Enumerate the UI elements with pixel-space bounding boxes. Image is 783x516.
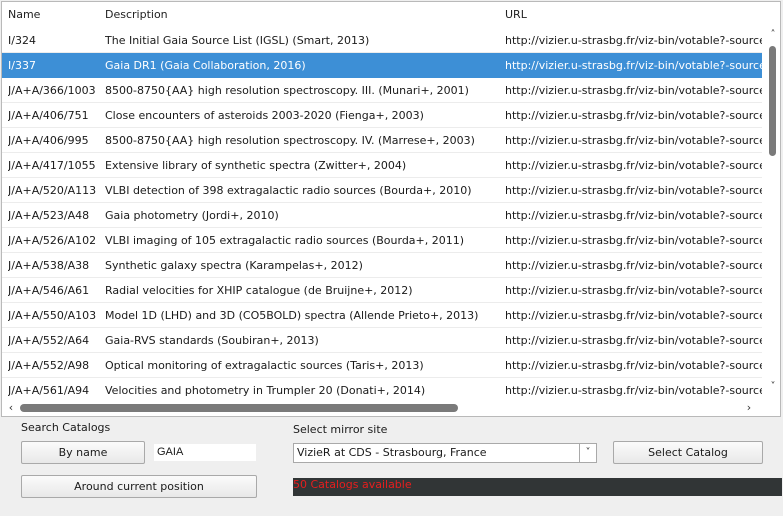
column-header-url[interactable]: URL bbox=[505, 2, 527, 27]
catalog-url-cell: http://vizier.u-strasbg.fr/viz-bin/votab… bbox=[505, 59, 762, 72]
catalog-name-cell: J/A+A/523/A48 bbox=[8, 209, 90, 222]
table-row[interactable]: J/A+A/550/A103 Model 1D (LHD) and 3D (CO5… bbox=[2, 303, 762, 328]
catalog-name-input[interactable] bbox=[154, 444, 256, 461]
table-row[interactable]: J/A+A/366/1003 8500-8750{AA} high resolut… bbox=[2, 78, 762, 103]
table-row[interactable]: I/337 Gaia DR1 (Gaia Collaboration, 2016)… bbox=[2, 53, 762, 78]
catalog-name-cell: I/324 bbox=[8, 34, 36, 47]
catalog-name-cell: J/A+A/520/A113 bbox=[8, 184, 97, 197]
catalog-url-cell: http://vizier.u-strasbg.fr/viz-bin/votab… bbox=[505, 259, 762, 272]
chevron-down-icon[interactable]: ˅ bbox=[768, 382, 778, 392]
around-current-position-button[interactable]: Around current position bbox=[21, 475, 257, 498]
catalog-name-cell: J/A+A/538/A38 bbox=[8, 259, 90, 272]
catalog-url-cell: http://vizier.u-strasbg.fr/viz-bin/votab… bbox=[505, 134, 762, 147]
catalog-url-cell: http://vizier.u-strasbg.fr/viz-bin/votab… bbox=[505, 109, 762, 122]
catalog-name-cell: J/A+A/552/A98 bbox=[8, 359, 90, 372]
catalog-url-cell: http://vizier.u-strasbg.fr/viz-bin/votab… bbox=[505, 184, 762, 197]
catalog-name-cell: J/A+A/550/A103 bbox=[8, 309, 97, 322]
table-row[interactable]: J/A+A/552/A98 Optical monitoring of extra… bbox=[2, 353, 762, 378]
catalog-name-cell: J/A+A/366/1003 bbox=[8, 84, 96, 97]
catalog-description-cell: 8500-8750{AA} high resolution spectrosco… bbox=[105, 84, 469, 97]
catalog-description-cell: Extensive library of synthetic spectra (… bbox=[105, 159, 407, 172]
catalog-url-cell: http://vizier.u-strasbg.fr/viz-bin/votab… bbox=[505, 234, 762, 247]
catalog-url-cell: http://vizier.u-strasbg.fr/viz-bin/votab… bbox=[505, 309, 762, 322]
table-row[interactable]: J/A+A/406/995 8500-8750{AA} high resoluti… bbox=[2, 128, 762, 153]
chevron-right-icon[interactable]: › bbox=[744, 402, 754, 413]
catalog-name-cell: J/A+A/417/1055 bbox=[8, 159, 96, 172]
catalog-description-cell: Gaia DR1 (Gaia Collaboration, 2016) bbox=[105, 59, 306, 72]
catalog-description-cell: Velocities and photometry in Trumpler 20… bbox=[105, 384, 426, 397]
table-row[interactable]: J/A+A/552/A64 Gaia-RVS standards (Soubira… bbox=[2, 328, 762, 353]
table-header: Name Description URL bbox=[2, 2, 762, 27]
vertical-scroll-thumb[interactable] bbox=[769, 46, 776, 156]
table-body: I/324 The Initial Gaia Source List (IGSL)… bbox=[2, 28, 762, 402]
catalog-description-cell: VLBI imaging of 105 extragalactic radio … bbox=[105, 234, 465, 247]
catalog-description-cell: VLBI detection of 398 extragalactic radi… bbox=[105, 184, 472, 197]
catalog-name-cell: J/A+A/526/A102 bbox=[8, 234, 97, 247]
table-row[interactable]: I/324 The Initial Gaia Source List (IGSL)… bbox=[2, 28, 762, 53]
chevron-left-icon[interactable]: ‹ bbox=[6, 402, 16, 413]
table-row[interactable]: J/A+A/526/A102 VLBI imaging of 105 extrag… bbox=[2, 228, 762, 253]
catalog-url-cell: http://vizier.u-strasbg.fr/viz-bin/votab… bbox=[505, 34, 762, 47]
by-name-button[interactable]: By name bbox=[21, 441, 145, 464]
select-catalog-button[interactable]: Select Catalog bbox=[613, 441, 763, 464]
chevron-down-icon[interactable]: ˅ bbox=[579, 444, 596, 462]
chevron-up-icon[interactable]: ˄ bbox=[768, 30, 778, 40]
table-row[interactable]: J/A+A/538/A38 Synthetic galaxy spectra (K… bbox=[2, 253, 762, 278]
status-bar: 50 Catalogs available bbox=[293, 478, 782, 496]
table-row[interactable]: J/A+A/417/1055 Extensive library of synth… bbox=[2, 153, 762, 178]
table-row[interactable]: J/A+A/520/A113 VLBI detection of 398 extr… bbox=[2, 178, 762, 203]
catalog-description-cell: The Initial Gaia Source List (IGSL) (Sma… bbox=[105, 34, 370, 47]
catalog-description-cell: 8500-8750{AA} high resolution spectrosco… bbox=[105, 134, 475, 147]
column-header-description[interactable]: Description bbox=[105, 2, 168, 27]
horizontal-scrollbar[interactable]: ‹ › bbox=[2, 400, 764, 416]
mirror-site-label: Select mirror site bbox=[293, 423, 388, 436]
column-header-name[interactable]: Name bbox=[8, 2, 40, 27]
vertical-scrollbar[interactable]: ˄ ˅ bbox=[766, 28, 780, 396]
catalog-name-cell: J/A+A/546/A61 bbox=[8, 284, 90, 297]
table-row[interactable]: J/A+A/523/A48 Gaia photometry (Jordi+, 20… bbox=[2, 203, 762, 228]
catalog-description-cell: Gaia-RVS standards (Soubiran+, 2013) bbox=[105, 334, 319, 347]
catalog-name-cell: J/A+A/552/A64 bbox=[8, 334, 90, 347]
catalog-name-cell: J/A+A/406/751 bbox=[8, 109, 89, 122]
catalog-url-cell: http://vizier.u-strasbg.fr/viz-bin/votab… bbox=[505, 159, 762, 172]
catalog-description-cell: Optical monitoring of extragalactic sour… bbox=[105, 359, 424, 372]
catalog-description-cell: Model 1D (LHD) and 3D (CO5BOLD) spectra … bbox=[105, 309, 479, 322]
mirror-site-select[interactable]: VizieR at CDS - Strasbourg, France ˅ bbox=[293, 443, 597, 463]
catalog-url-cell: http://vizier.u-strasbg.fr/viz-bin/votab… bbox=[505, 334, 762, 347]
catalog-description-cell: Gaia photometry (Jordi+, 2010) bbox=[105, 209, 279, 222]
catalog-description-cell: Synthetic galaxy spectra (Karampelas+, 2… bbox=[105, 259, 363, 272]
search-catalogs-label: Search Catalogs bbox=[21, 421, 111, 434]
table-row[interactable]: J/A+A/546/A61 Radial velocities for XHIP … bbox=[2, 278, 762, 303]
catalog-name-cell: I/337 bbox=[8, 59, 36, 72]
catalog-description-cell: Radial velocities for XHIP catalogue (de… bbox=[105, 284, 413, 297]
catalog-description-cell: Close encounters of asteroids 2003-2020 … bbox=[105, 109, 424, 122]
catalog-name-cell: J/A+A/561/A94 bbox=[8, 384, 90, 397]
catalog-url-cell: http://vizier.u-strasbg.fr/viz-bin/votab… bbox=[505, 84, 762, 97]
catalog-url-cell: http://vizier.u-strasbg.fr/viz-bin/votab… bbox=[505, 209, 762, 222]
mirror-site-selected: VizieR at CDS - Strasbourg, France bbox=[297, 446, 487, 459]
catalog-url-cell: http://vizier.u-strasbg.fr/viz-bin/votab… bbox=[505, 284, 762, 297]
catalogs-available-status: 50 Catalogs available bbox=[293, 478, 412, 491]
catalog-url-cell: http://vizier.u-strasbg.fr/viz-bin/votab… bbox=[505, 384, 762, 397]
table-row[interactable]: J/A+A/561/A94 Velocities and photometry i… bbox=[2, 378, 762, 402]
catalog-url-cell: http://vizier.u-strasbg.fr/viz-bin/votab… bbox=[505, 359, 762, 372]
catalog-table: Name Description URL I/324 The Initial Ga… bbox=[1, 1, 781, 417]
horizontal-scroll-thumb[interactable] bbox=[20, 404, 458, 412]
catalog-name-cell: J/A+A/406/995 bbox=[8, 134, 89, 147]
table-row[interactable]: J/A+A/406/751 Close encounters of asteroi… bbox=[2, 103, 762, 128]
